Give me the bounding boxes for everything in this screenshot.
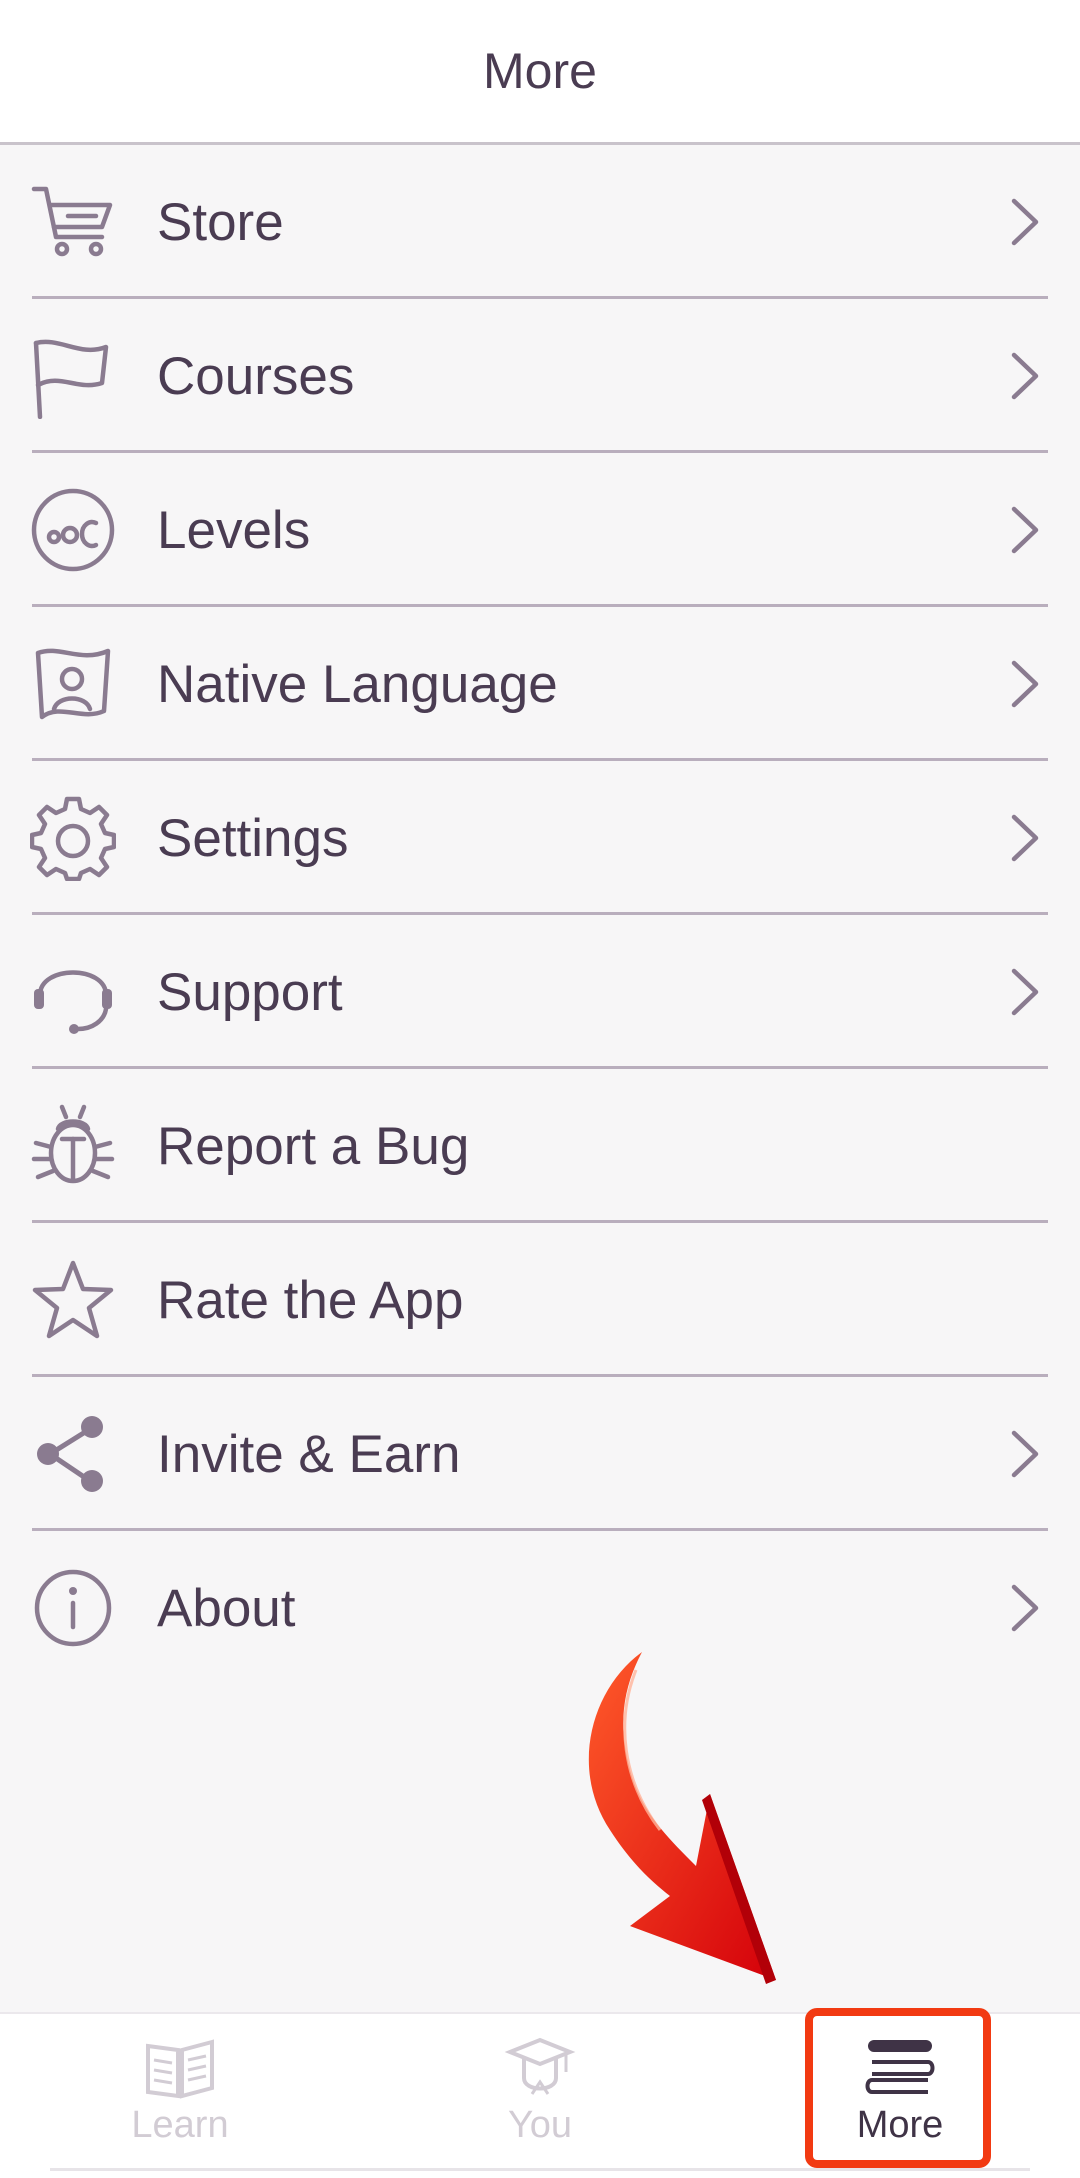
menu-item-label: Report a Bug: [157, 1116, 470, 1176]
chevron-right-icon: [1011, 660, 1039, 708]
more-menu-list: Store Courses Levels Native Language Set…: [0, 145, 1080, 1685]
tab-you[interactable]: You: [360, 2014, 720, 2178]
chevron-right-icon: [1011, 968, 1039, 1016]
page-title: More: [483, 43, 597, 99]
menu-item-courses[interactable]: Courses: [0, 299, 1080, 453]
menu-item-settings[interactable]: Settings: [0, 761, 1080, 915]
menu-item-label: Settings: [157, 808, 349, 868]
menu-item-native-language[interactable]: Native Language: [0, 607, 1080, 761]
headset-icon: [30, 949, 116, 1035]
book-icon: [146, 2039, 214, 2099]
chevron-right-icon: [1011, 352, 1039, 400]
menu-item-label: Store: [157, 192, 284, 252]
menu-item-label: Support: [157, 962, 343, 1022]
tab-learn[interactable]: Learn: [0, 2014, 360, 2178]
chevron-right-icon: [1011, 506, 1039, 554]
gear-icon: [30, 795, 116, 881]
menu-item-invite-earn[interactable]: Invite & Earn: [0, 1377, 1080, 1531]
chevron-right-icon: [1011, 814, 1039, 862]
graduation-cap-icon: [504, 2037, 576, 2095]
menu-item-label: Invite & Earn: [157, 1424, 461, 1484]
share-icon: [30, 1411, 116, 1497]
menu-item-rate-app[interactable]: Rate the App: [0, 1223, 1080, 1377]
levels-icon: [30, 487, 116, 573]
native-language-icon: [30, 641, 116, 727]
top-bar: More: [0, 0, 1080, 145]
info-icon: [30, 1565, 116, 1651]
bug-icon: [30, 1103, 116, 1189]
chevron-right-icon: [1011, 198, 1039, 246]
menu-item-label: Native Language: [157, 654, 558, 714]
menu-item-support[interactable]: Support: [0, 915, 1080, 1069]
chevron-right-icon: [1011, 1584, 1039, 1632]
menu-item-levels[interactable]: Levels: [0, 453, 1080, 607]
menu-item-label: Levels: [157, 500, 311, 560]
menu-item-label: Courses: [157, 346, 355, 406]
tab-label: You: [507, 2104, 573, 2146]
menu-item-report-bug[interactable]: Report a Bug: [0, 1069, 1080, 1223]
flag-icon: [30, 333, 116, 419]
star-icon: [30, 1257, 116, 1343]
menu-item-store[interactable]: Store: [0, 145, 1080, 299]
chevron-right-icon: [1011, 1430, 1039, 1478]
cart-icon: [30, 179, 116, 265]
menu-item-label: About: [157, 1578, 296, 1638]
menu-item-label: Rate the App: [157, 1270, 464, 1330]
tab-more-highlight-frame: [805, 2008, 991, 2168]
divider: [50, 2168, 1030, 2171]
red-pointer-arrow-icon: [588, 1652, 776, 1984]
tab-label: Learn: [131, 2104, 229, 2146]
menu-item-about[interactable]: About: [0, 1531, 1080, 1685]
